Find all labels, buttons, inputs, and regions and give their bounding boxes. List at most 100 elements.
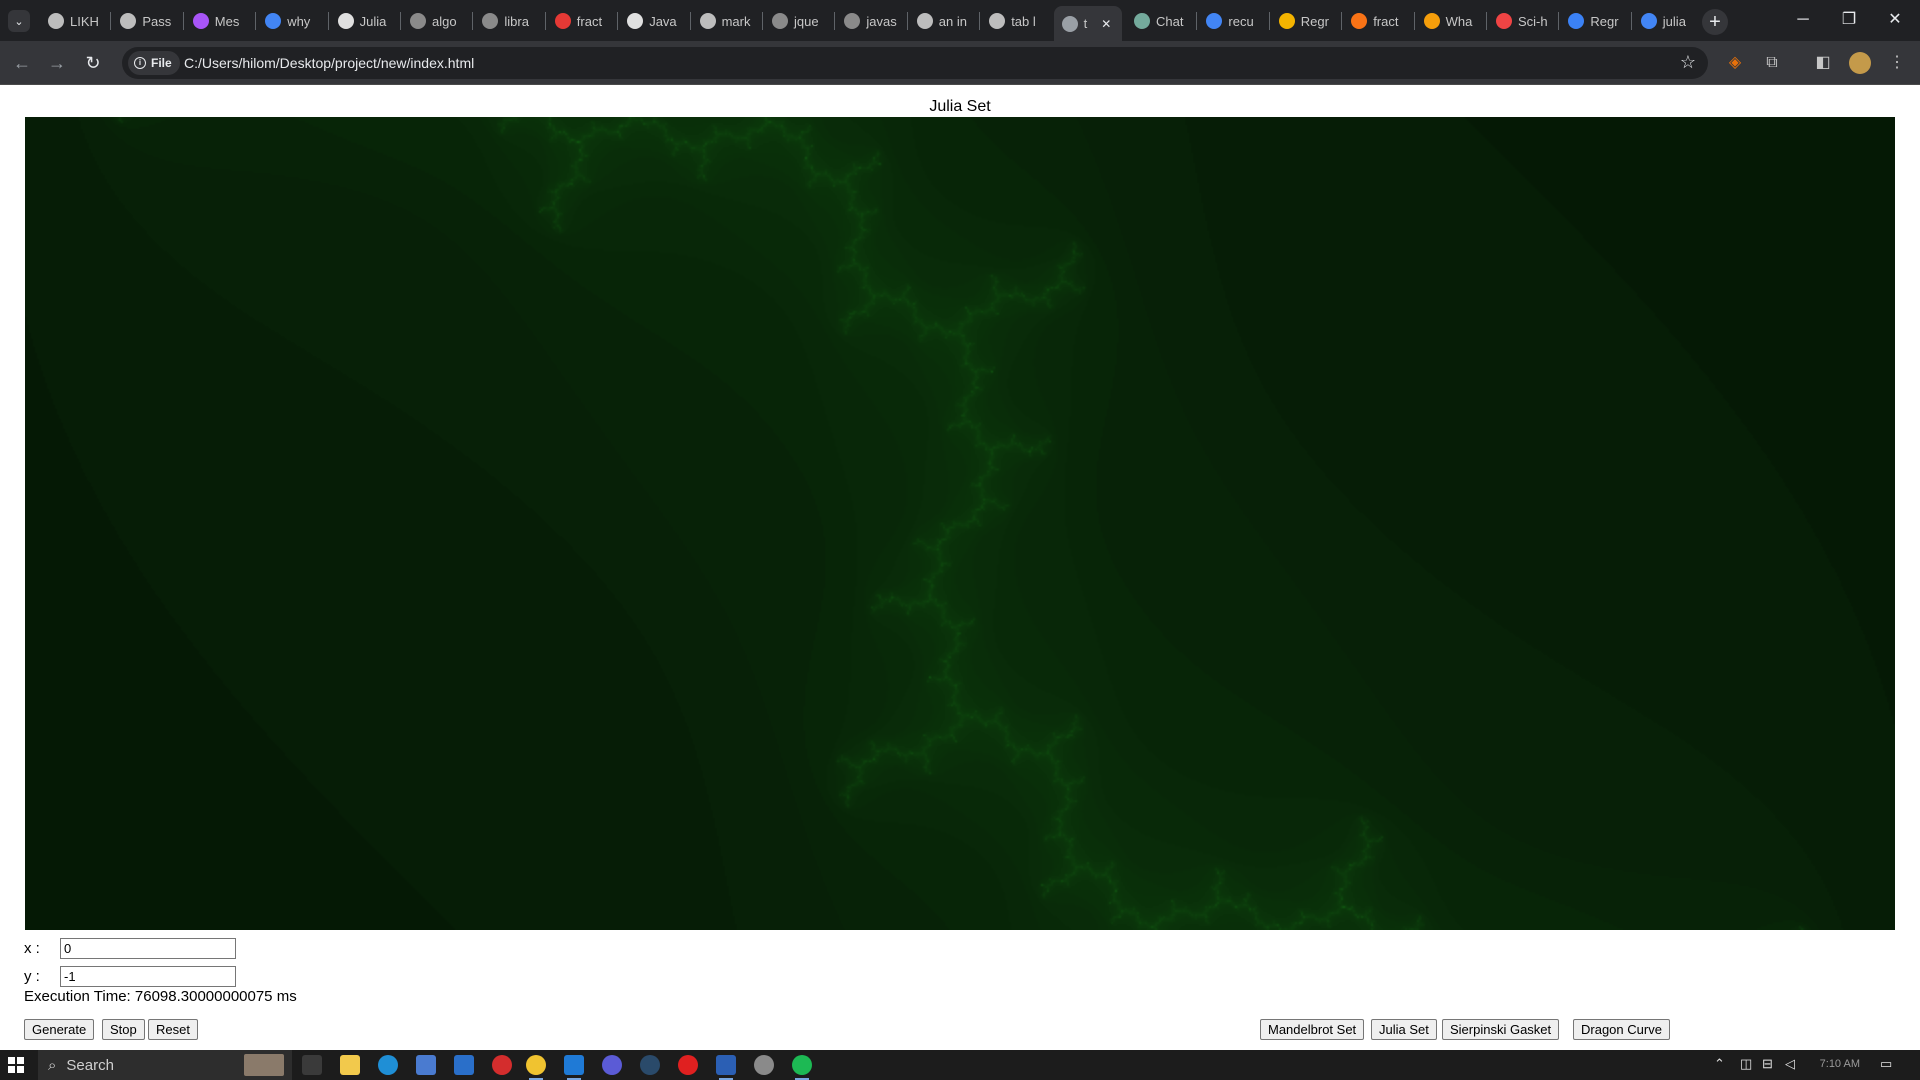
tab-favicon-icon (1496, 13, 1512, 29)
browser-tab[interactable]: Julia (330, 8, 398, 34)
volume-icon[interactable]: ◁ (1785, 1056, 1795, 1072)
sierpinski-gasket-button[interactable]: Sierpinski Gasket (1442, 1019, 1560, 1040)
tab-title: mark (721, 13, 751, 29)
browser-tab[interactable]: Chat (1126, 8, 1194, 34)
browser-tab[interactable]: Regr (1271, 8, 1339, 34)
dragon-curve-button[interactable]: Dragon Curve (1573, 1019, 1670, 1040)
browser-tab[interactable]: fract (1343, 8, 1411, 34)
search-icon: ⌕ (48, 1056, 57, 1074)
browser-tab[interactable]: javas (836, 8, 904, 34)
info-icon: i (134, 57, 146, 69)
browser-tab[interactable]: recu (1198, 8, 1266, 34)
fractal-canvas[interactable] (25, 117, 1895, 930)
browser-tab-strip: ⌄ LIKH Pass Mes why Julia algo libra fract Java m… (0, 0, 1920, 41)
tab-separator (762, 12, 763, 30)
tab-separator (110, 12, 112, 30)
media-player-icon[interactable] (602, 1055, 622, 1075)
steam-icon[interactable] (640, 1055, 660, 1075)
tab-title: Java (649, 13, 677, 29)
reset-button[interactable]: Reset (148, 1019, 198, 1040)
x-input[interactable] (60, 938, 236, 959)
windows-start-icon[interactable] (8, 1057, 24, 1073)
tab-favicon-icon (627, 13, 644, 29)
site-info-chip[interactable]: i File (128, 51, 180, 75)
tab-favicon-icon (1061, 15, 1078, 32)
edge-icon[interactable] (378, 1055, 398, 1075)
browser-tab[interactable]: Regr (1560, 8, 1628, 34)
forward-button[interactable]: → (44, 50, 70, 76)
new-tab-button[interactable]: + (1702, 9, 1728, 35)
file-chip-label: File (151, 56, 172, 70)
tray-app-icon[interactable]: ◫ (1740, 1056, 1752, 1072)
address-bar[interactable]: i File C:/Users/hilom/Desktop/project/ne… (122, 47, 1708, 79)
minimize-button[interactable]: ─ (1780, 6, 1826, 34)
mail-icon[interactable] (454, 1055, 474, 1075)
browser-tab[interactable]: Mes (185, 8, 253, 34)
page-title: Julia Set (929, 98, 991, 115)
tray-chevron-up-icon[interactable]: ⌃ (1714, 1056, 1725, 1072)
tab-title: fract (1373, 13, 1399, 29)
tab-title: Wha (1445, 13, 1473, 29)
notifications-icon[interactable]: ▭ (1880, 1056, 1892, 1072)
browser-tab[interactable]: an in (909, 8, 977, 34)
browser-tab[interactable]: libra (474, 8, 542, 34)
tab-separator (1486, 12, 1487, 30)
menu-kebab-icon[interactable]: ⋮ (1886, 52, 1908, 74)
browser-tab[interactable]: algo (402, 8, 470, 34)
bookmark-star-icon[interactable]: ☆ (1680, 52, 1696, 73)
network-icon[interactable]: ⊟ (1762, 1056, 1773, 1072)
tab-favicon-icon (1278, 13, 1295, 29)
taskbar-search-box[interactable]: ⌕ Search (38, 1050, 292, 1080)
tab-title: libra (504, 13, 529, 29)
stop-button[interactable]: Stop (102, 1019, 145, 1040)
execution-time-text: Execution Time: 76098.30000000075 ms (24, 988, 297, 1005)
taskbar-clock[interactable]: 7:10 AM (1820, 1058, 1860, 1070)
browser-tab-active[interactable]: t ✕ (1053, 6, 1122, 41)
tab-separator (400, 12, 401, 30)
tab-title: LIKH (70, 13, 99, 29)
y-input[interactable] (60, 966, 236, 987)
profile-avatar[interactable] (1849, 52, 1871, 74)
close-window-button[interactable]: ✕ (1872, 6, 1918, 34)
browser-tab[interactable]: fract (547, 8, 615, 34)
browser-tab[interactable]: why (257, 8, 325, 34)
chrome-icon[interactable] (526, 1055, 546, 1080)
file-explorer-icon[interactable] (340, 1055, 360, 1075)
browser-tab[interactable]: julia (1633, 8, 1701, 34)
browser-tab[interactable]: LIKH (40, 8, 108, 34)
browser-tab[interactable]: Sci-h (1488, 8, 1556, 34)
tab-search-button[interactable]: ⌄ (8, 10, 30, 32)
restore-button[interactable]: ❐ (1826, 6, 1872, 34)
tab-title: t (1083, 16, 1088, 31)
spotify-icon[interactable] (792, 1055, 812, 1080)
task-view-icon[interactable] (302, 1055, 322, 1075)
tab-favicon-icon (844, 13, 861, 29)
generate-button[interactable]: Generate (24, 1019, 95, 1040)
browser-tab[interactable]: jque (764, 8, 832, 34)
tab-title: tab l (1011, 13, 1036, 29)
reload-button[interactable]: ↻ (80, 50, 106, 76)
browser-tab[interactable]: Java (619, 8, 687, 34)
tab-favicon-icon (410, 13, 426, 29)
browser-tab[interactable]: Wha (1416, 8, 1484, 34)
tab-separator (1558, 12, 1560, 30)
vscode-icon[interactable] (564, 1055, 584, 1080)
side-panel-icon[interactable]: ◧ (1812, 52, 1834, 74)
mandelbrot-set-button[interactable]: Mandelbrot Set (1260, 1019, 1365, 1040)
back-button[interactable]: ← (9, 50, 35, 76)
browser-tab[interactable]: mark (692, 8, 760, 34)
extensions-puzzle-icon[interactable]: ⧉ (1761, 52, 1783, 74)
execution-time: Execution Time: 76098.30000000075 ms (24, 988, 297, 1005)
settings-gear-icon[interactable] (754, 1055, 774, 1075)
tab-favicon-icon (1206, 13, 1223, 29)
tab-separator (472, 12, 474, 30)
recorder-icon[interactable] (678, 1055, 698, 1075)
browser-tab[interactable]: tab l (981, 8, 1049, 34)
opera-icon[interactable] (492, 1055, 512, 1075)
close-tab-icon[interactable]: ✕ (1101, 17, 1111, 31)
word-icon[interactable] (716, 1055, 736, 1080)
julia-set-button[interactable]: Julia Set (1371, 1019, 1437, 1040)
microsoft-store-icon[interactable] (416, 1055, 436, 1075)
browser-tab[interactable]: Pass (112, 8, 180, 34)
extension-icon[interactable]: ◈ (1724, 52, 1746, 74)
